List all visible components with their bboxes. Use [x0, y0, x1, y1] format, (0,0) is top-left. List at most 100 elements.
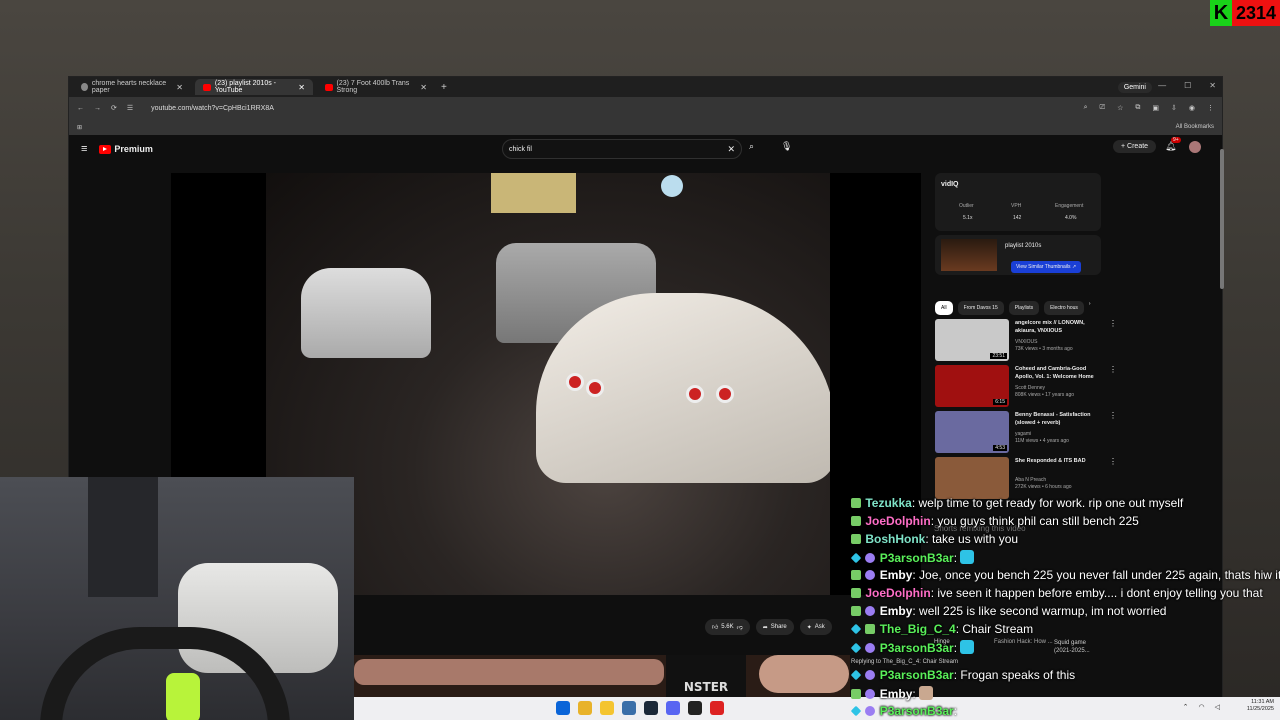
- store-icon[interactable]: [622, 701, 636, 715]
- recommendation-item[interactable]: 23:51 angelcore mix // LONOWN, akiaura, V…: [935, 319, 1117, 363]
- duration-badge: 6:15: [993, 399, 1007, 405]
- clear-search-icon[interactable]: ✕: [727, 144, 735, 155]
- windows-start-icon[interactable]: [556, 701, 570, 715]
- extensions-icon[interactable]: ⧉: [1135, 104, 1140, 112]
- tab-playlist[interactable]: (23) playlist 2010s - YouTube ✕: [195, 79, 313, 95]
- steam-icon[interactable]: [644, 701, 658, 715]
- channel-name[interactable]: Aba N Preach: [1015, 477, 1046, 483]
- channel-name[interactable]: Scott Denney: [1015, 385, 1045, 391]
- channel-name[interactable]: VNXIOUS: [1015, 339, 1038, 345]
- microphone-icon[interactable]: 🎙︎: [781, 141, 792, 152]
- search-input[interactable]: chick fil ✕: [502, 139, 742, 159]
- chat-username[interactable]: JoeDolphin: [865, 514, 930, 528]
- chat-username[interactable]: JoeDolphin: [865, 586, 930, 600]
- video-title[interactable]: angelcore mix // LONOWN, akiaura, VNXIOU…: [1015, 319, 1103, 335]
- video-actions: 👍︎ 5.6K 👎︎ ➦ Share ✦ Ask: [705, 619, 832, 635]
- maximize-icon[interactable]: ☐: [1184, 81, 1191, 90]
- chat-username[interactable]: P3arsonB3ar: [880, 668, 954, 682]
- close-tab-icon[interactable]: ✕: [420, 83, 427, 92]
- video-title[interactable]: Coheed and Cambria-Good Apollo, Vol. 1: …: [1015, 365, 1103, 381]
- all-bookmarks[interactable]: All Bookmarks: [1176, 124, 1214, 130]
- gem-badge-icon: [850, 669, 862, 681]
- chat-username[interactable]: P3arsonB3ar: [880, 551, 954, 565]
- ask-button[interactable]: ✦ Ask: [799, 619, 832, 635]
- tab-chrome-hearts[interactable]: chrome hearts necklace paper ✕: [73, 79, 191, 95]
- video-thumbnail[interactable]: 4:53: [935, 411, 1009, 453]
- downloads-icon[interactable]: ⇩: [1171, 104, 1177, 112]
- chat-username[interactable]: P3arsonB3ar: [880, 704, 954, 718]
- recommendation-item[interactable]: 6:15 Coheed and Cambria-Good Apollo, Vol.…: [935, 365, 1117, 409]
- reload-icon[interactable]: ⟳: [111, 104, 117, 112]
- view-similar-button[interactable]: View Similar Thumbnails ↗: [1011, 261, 1082, 273]
- tab-trans-strong[interactable]: (23) 7 Foot 400lb Trans Strong ✕: [317, 79, 435, 95]
- new-tab-icon[interactable]: +: [441, 82, 447, 93]
- bookmark-star-icon[interactable]: ☆: [1117, 104, 1123, 112]
- video-thumbnail[interactable]: [935, 457, 1009, 499]
- hamburger-menu-icon[interactable]: ≡: [81, 143, 87, 155]
- obs-icon[interactable]: [688, 701, 702, 715]
- profile-icon[interactable]: ◉: [1189, 104, 1195, 112]
- chip-all[interactable]: All: [935, 301, 953, 315]
- recommendation-item[interactable]: 4:53 Benny Benassi - Satisfaction (slowed…: [935, 411, 1117, 455]
- video-meta: 272K views • 6 hours ago: [1015, 484, 1072, 490]
- chip-from-davos[interactable]: From Davos 15: [957, 301, 1004, 315]
- chevron-right-icon[interactable]: ›: [1089, 301, 1091, 315]
- youtube-logo[interactable]: Premium: [99, 144, 153, 154]
- youtube-favicon-icon: [325, 83, 333, 91]
- close-tab-icon[interactable]: ✕: [176, 83, 183, 92]
- arm: [354, 659, 664, 685]
- chip-playlists[interactable]: Playlists: [1008, 301, 1040, 315]
- sub-badge-icon: [865, 606, 876, 616]
- forward-icon[interactable]: →: [94, 105, 101, 112]
- chat-username[interactable]: Emby: [880, 604, 913, 618]
- video-thumbnail[interactable]: 23:51: [935, 319, 1009, 361]
- cast-icon[interactable]: ⎚: [1100, 104, 1106, 112]
- chat-message: Emby:: [851, 686, 934, 701]
- create-label: Create: [1127, 143, 1149, 150]
- chat-username[interactable]: Emby: [880, 687, 913, 701]
- close-window-icon[interactable]: ✕: [1209, 81, 1216, 90]
- recommendation-item[interactable]: She Responded & ITS BAD Aba N Preach 272K …: [935, 457, 1117, 501]
- apps-icon[interactable]: ⊞: [77, 124, 82, 131]
- close-tab-icon[interactable]: ✕: [298, 83, 305, 92]
- video-thumbnail[interactable]: 6:15: [935, 365, 1009, 407]
- thumbs-down-icon[interactable]: 👎︎: [737, 623, 743, 631]
- chrome-icon[interactable]: [578, 701, 592, 715]
- chat-username[interactable]: The_Big_C_4: [880, 622, 956, 636]
- minimize-icon[interactable]: —: [1158, 81, 1166, 90]
- chat-text: :: [953, 641, 958, 655]
- discord-icon[interactable]: [666, 701, 680, 715]
- playlist-card[interactable]: playlist 2010s View Similar Thumbnails ↗: [935, 235, 1101, 275]
- chip-electro[interactable]: Electro hous: [1044, 301, 1084, 315]
- more-options-icon[interactable]: ⋮: [1109, 457, 1117, 466]
- more-options-icon[interactable]: ⋮: [1109, 411, 1117, 420]
- file-explorer-icon[interactable]: [600, 701, 614, 715]
- chat-username[interactable]: BoshHonk: [865, 532, 925, 546]
- sidepanel-icon[interactable]: ▣: [1152, 104, 1159, 112]
- back-icon[interactable]: ←: [77, 105, 84, 112]
- more-menu-icon[interactable]: ⋮: [1207, 104, 1214, 112]
- url-field[interactable]: youtube.com/watch?v=CpHBci1RRX8A: [151, 105, 274, 112]
- more-options-icon[interactable]: ⋮: [1109, 319, 1117, 328]
- chat-message: Emby: well 225 is like second warmup, im…: [851, 604, 1166, 618]
- chat-username[interactable]: Emby: [880, 568, 913, 582]
- site-info-icon[interactable]: ☰: [127, 104, 133, 112]
- duration-badge: 4:53: [993, 445, 1007, 451]
- chat-username[interactable]: P3arsonB3ar: [880, 641, 954, 655]
- share-button[interactable]: ➦ Share: [755, 619, 794, 635]
- video-title[interactable]: She Responded & ITS BAD: [1015, 457, 1103, 465]
- like-button[interactable]: 👍︎ 5.6K 👎︎: [705, 619, 750, 635]
- sub-badge-icon: [865, 689, 876, 699]
- channel-name[interactable]: yagami: [1015, 431, 1031, 437]
- more-options-icon[interactable]: ⋮: [1109, 365, 1117, 374]
- zoom-icon[interactable]: ⌕: [1084, 104, 1088, 112]
- gemini-button[interactable]: Gemini: [1117, 81, 1152, 93]
- avatar[interactable]: [1189, 141, 1201, 153]
- search-icon[interactable]: ⌕: [749, 141, 754, 152]
- video-title[interactable]: Benny Benassi - Satisfaction (slowed + r…: [1015, 411, 1103, 427]
- scrollbar[interactable]: [1220, 149, 1224, 289]
- mod-badge-icon: [851, 516, 861, 526]
- create-button[interactable]: + Create: [1113, 140, 1157, 153]
- chat-username[interactable]: Tezukka: [865, 496, 911, 510]
- app-icon[interactable]: [710, 701, 724, 715]
